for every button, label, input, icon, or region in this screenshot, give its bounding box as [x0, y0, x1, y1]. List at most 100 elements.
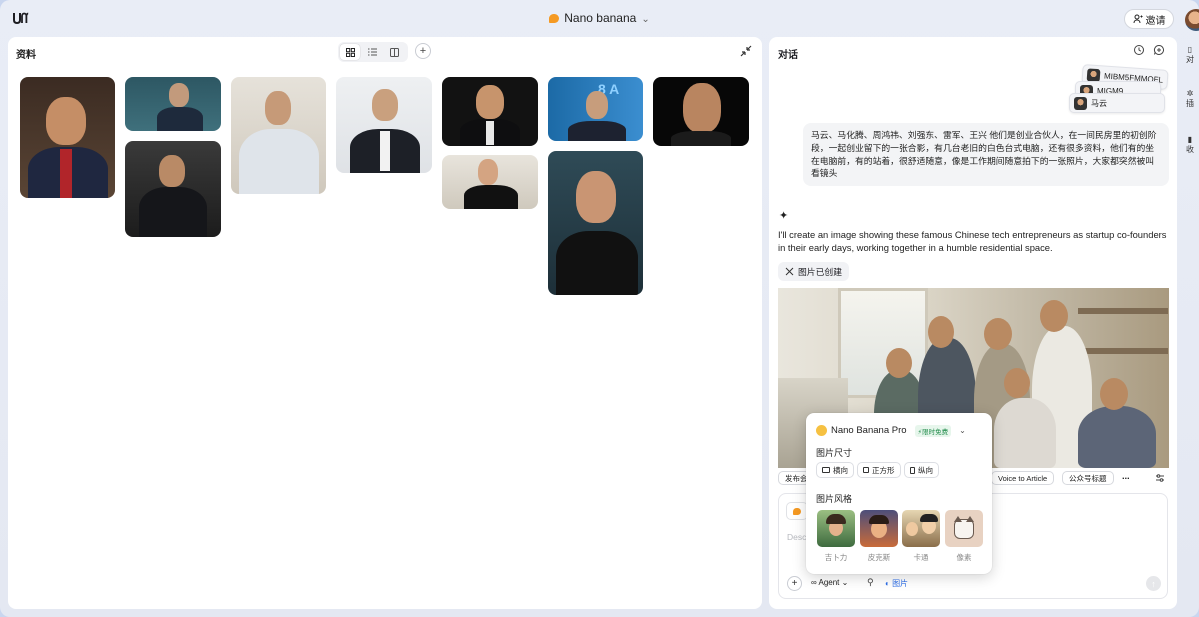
style-name: 皮克斯 [867, 553, 891, 562]
quick-action-label: Voice to Article [998, 473, 1048, 483]
agent-label: Agent [818, 578, 840, 587]
model-dropdown[interactable]: Nano Banana Pro ⚡限时免费 ⌄ [816, 422, 966, 439]
more-icon: ⋯ [1122, 473, 1130, 483]
split-view-icon[interactable] [384, 44, 404, 60]
thumbnail [1086, 67, 1101, 82]
style-option[interactable]: 像素 [945, 510, 983, 563]
ratio-square[interactable]: 正方形 [857, 462, 901, 478]
style-option[interactable]: 吉卜力 [817, 510, 855, 563]
send-button[interactable]: ↑ [1146, 576, 1161, 591]
style-option[interactable]: 皮克斯 [860, 510, 898, 563]
ratio-label: 横向 [833, 465, 848, 475]
chat-bubble-icon [549, 14, 560, 23]
library-panel: 资料 + 8 A [8, 37, 762, 609]
message-input[interactable]: Desc [787, 532, 806, 542]
thumbnail [1074, 96, 1087, 110]
ratio-label: 正方形 [872, 465, 895, 475]
ratio-portrait[interactable]: 纵向 [904, 462, 939, 478]
image-mode-label: 图片 [892, 579, 909, 588]
photo-card[interactable] [125, 141, 221, 237]
right-side-strip: ▯ 对 ✲ 插 ▮ 收 [1180, 37, 1199, 609]
model-chip[interactable] [786, 502, 808, 520]
view-toggle [338, 42, 408, 62]
reference-card[interactable]: 马云 [1069, 93, 1165, 113]
top-bar: Nano banana ⌄ 邀请 [0, 0, 1199, 36]
image-size-label: 图片尺寸 [816, 448, 853, 458]
photo-card[interactable] [548, 151, 643, 295]
plugin-tab-label: 插 [1186, 99, 1194, 108]
list-view-icon[interactable] [362, 44, 382, 60]
chevron-down-icon: ⌄ [959, 426, 966, 435]
popup-model-name: Nano Banana Pro [831, 425, 907, 436]
photo-card[interactable] [442, 155, 538, 209]
chat-title: 对话 [778, 50, 798, 61]
style-thumbnail [945, 510, 983, 547]
app-window: Nano banana ⌄ 邀请 资料 + 8 A 对话 MIBM5FMMQFL… [0, 0, 1199, 617]
style-thumbnail [902, 510, 940, 547]
reference-label: 马云 [1091, 98, 1107, 108]
quick-action-chip[interactable]: Voice to Article [991, 471, 1055, 485]
free-badge-label: 限时免费 [922, 428, 949, 436]
photo-card[interactable] [231, 77, 326, 194]
user-message: 马云、马化腾、周鸿祎、刘强东、雷军、王兴 他们是创业合伙人，在一间民房里的初创阶… [803, 123, 1169, 186]
chevron-down-icon: ⌄ [839, 578, 849, 587]
image-style-label: 图片风格 [816, 494, 853, 504]
ratio-landscape[interactable]: 横向 [816, 462, 854, 478]
style-option[interactable]: 卡通 [902, 510, 940, 563]
ratio-label: 纵向 [918, 465, 933, 475]
history-icon[interactable] [1133, 44, 1145, 56]
image-mode-toggle[interactable]: ◐ 图片 [885, 578, 908, 589]
plugin-tab[interactable]: ✲ 插 [1183, 89, 1197, 109]
image-created-chip[interactable]: 图片已创建 [778, 262, 849, 281]
collapse-icon[interactable] [739, 44, 753, 58]
style-name: 卡通 [913, 553, 929, 562]
chat-bubble-icon [793, 507, 801, 515]
add-source-button[interactable]: + [415, 43, 431, 59]
style-name: 吉卜力 [824, 553, 848, 562]
photo-card[interactable]: 8 A [548, 77, 643, 141]
invite-button[interactable]: 邀请 [1124, 9, 1174, 29]
banana-model-icon [816, 425, 827, 436]
free-badge: ⚡限时免费 [914, 424, 952, 437]
quick-action-label: 公众号标题 [1069, 473, 1107, 483]
image-created-label: 图片已创建 [798, 267, 842, 277]
chat-tab[interactable]: ▯ 对 [1183, 45, 1197, 65]
collection-tab[interactable]: ▮ 收 [1183, 135, 1197, 155]
style-thumbnail [817, 510, 855, 547]
composer-toolbar: + ∞ Agent ⌄ ⚲ ◐ 图片 ↑ [787, 576, 1161, 592]
attach-button[interactable]: + [787, 576, 802, 591]
collection-tab-icon: ▮ [1187, 135, 1193, 144]
image-options-popup: Nano Banana Pro ⚡限时免费 ⌄ 图片尺寸 横向 正方形 纵向 图… [806, 413, 992, 574]
model-selector[interactable]: Nano banana ⌄ [0, 11, 1199, 25]
photo-card[interactable] [442, 77, 538, 146]
chat-tab-label: 对 [1186, 55, 1194, 64]
landscape-icon [822, 467, 830, 473]
add-user-icon [1133, 14, 1142, 24]
quick-action-chip[interactable]: 公众号标题 [1062, 471, 1114, 485]
photo-card[interactable] [125, 77, 221, 131]
settings-sliders-icon[interactable] [1155, 473, 1165, 483]
quick-action-label: 发布会 [785, 473, 808, 483]
chevron-down-icon: ⌄ [641, 14, 650, 25]
model-name: Nano banana [564, 11, 637, 25]
library-title: 资料 [16, 50, 36, 61]
collection-tab-label: 收 [1186, 145, 1194, 154]
search-tool-icon[interactable]: ⚲ [867, 577, 874, 588]
grid-view-icon[interactable] [340, 44, 360, 60]
style-name: 像素 [956, 553, 972, 562]
invite-label: 邀请 [1145, 15, 1166, 27]
portrait-icon [910, 466, 915, 474]
photo-card[interactable] [336, 77, 432, 173]
photo-card[interactable] [20, 77, 115, 198]
sparkle-icon: ✦ [779, 210, 789, 222]
plugin-tab-icon: ✲ [1186, 89, 1194, 98]
more-actions-button[interactable]: ⋯ [1116, 471, 1136, 485]
photo-card[interactable] [653, 77, 749, 146]
palette-icon: ◐ [885, 579, 893, 588]
user-avatar[interactable] [1185, 9, 1199, 31]
chat-tab-icon: ▯ [1187, 45, 1193, 54]
assistant-message: I'll create an image showing these famou… [778, 229, 1167, 254]
new-chat-icon[interactable] [1153, 44, 1165, 56]
style-thumbnail [860, 510, 898, 547]
agent-selector[interactable]: ∞ Agent ⌄ [811, 578, 848, 587]
